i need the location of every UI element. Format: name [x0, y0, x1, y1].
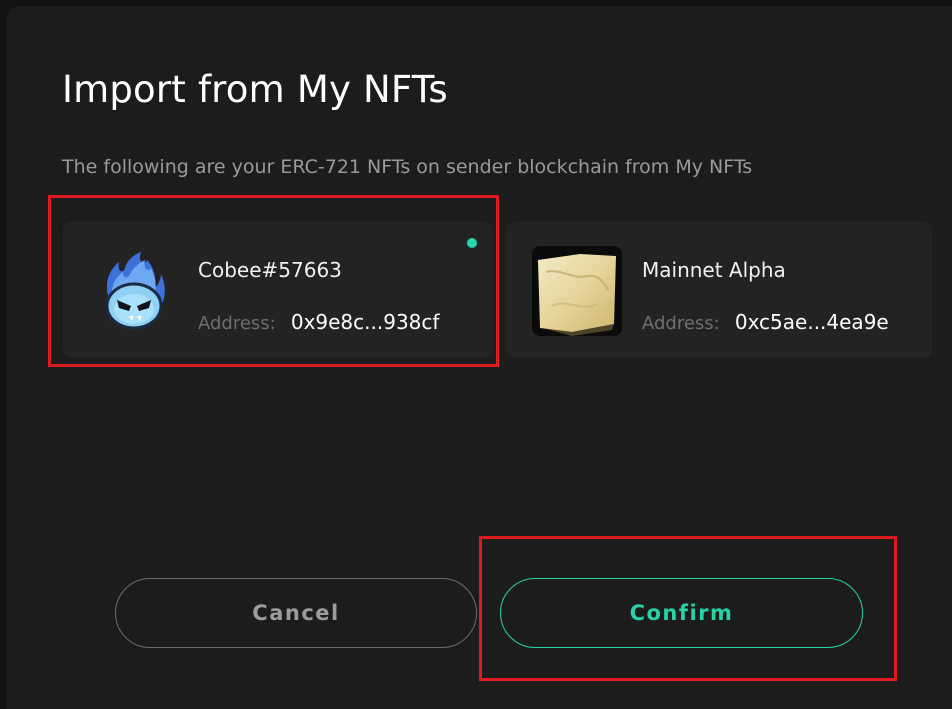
nft-thumbnail: [532, 246, 622, 336]
nft-name: Mainnet Alpha: [642, 258, 786, 282]
nft-address-row: Address: 0x9e8c...938cf: [198, 310, 439, 334]
nft-card-cobee[interactable]: Cobee#57663 Address: 0x9e8c...938cf: [63, 222, 493, 358]
blue-flame-mascot-icon: [89, 246, 179, 336]
dialog-subtitle: The following are your ERC-721 NFTs on s…: [62, 156, 753, 178]
cancel-button[interactable]: Cancel: [115, 578, 477, 648]
address-value: 0xc5ae...4ea9e: [734, 310, 889, 334]
address-value: 0x9e8c...938cf: [290, 310, 440, 334]
nft-card-mainnet-alpha[interactable]: Mainnet Alpha Address: 0xc5ae...4ea9e: [506, 222, 932, 358]
confirm-button[interactable]: Confirm: [500, 578, 863, 648]
address-label: Address:: [642, 313, 720, 334]
nft-name: Cobee#57663: [198, 258, 342, 282]
gold-card-icon: [532, 246, 622, 336]
selected-indicator-dot: [467, 238, 477, 248]
nft-address-row: Address: 0xc5ae...4ea9e: [642, 310, 889, 334]
address-label: Address:: [198, 313, 276, 334]
dialog-title: Import from My NFTs: [62, 68, 448, 111]
nft-thumbnail: [89, 246, 179, 336]
